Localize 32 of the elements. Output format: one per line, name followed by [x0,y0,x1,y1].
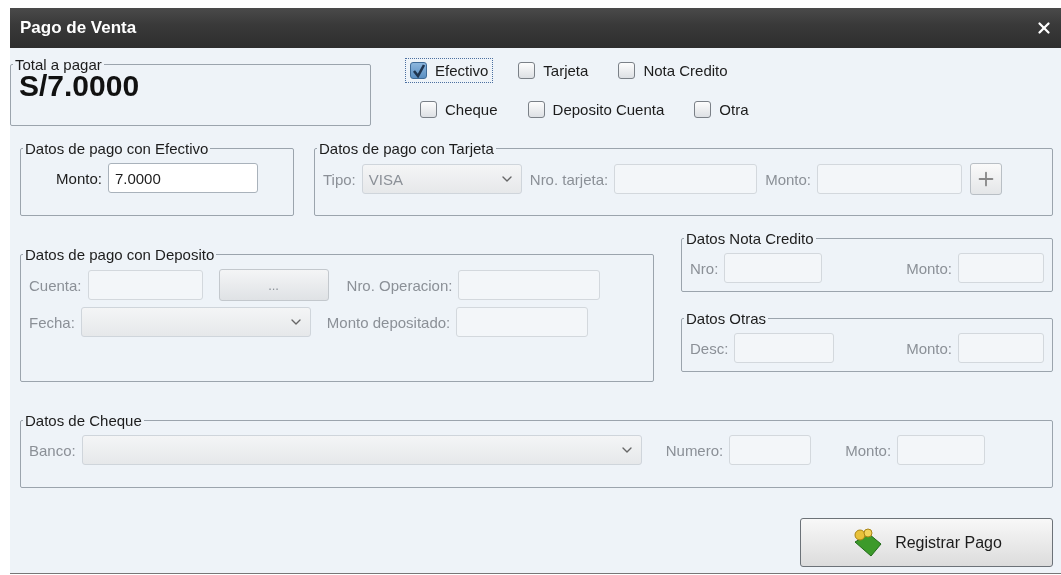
field-label: Monto: [906,339,952,357]
field-label: Banco: [29,441,76,459]
checkbox[interactable]: Otra [689,97,754,122]
field-label: Monto: [56,169,102,187]
field-label: Numero: [665,441,724,459]
field-label: Monto depositado: [326,313,451,331]
checkbox[interactable]: Nota Credito [613,58,733,83]
checkbox[interactable]: Tarjeta [513,58,594,83]
group-title: Datos de Cheque [24,412,143,429]
field-label: Cuenta: [29,276,82,294]
field-label: Nro. Operacion: [346,276,453,294]
input-field[interactable]: 7.0000 [107,163,258,193]
checkbox[interactable]: Deposito Cuenta [522,97,670,122]
checkmark-icon [411,63,426,78]
field-label: Desc: [690,339,729,357]
group-title: Datos de pago con Efectivo [24,140,210,157]
field-label: Nro: [690,259,719,277]
group-title: Datos Nota Credito [685,230,815,247]
group-title: Datos Otras [685,310,768,327]
field-label: Monto: [765,170,812,188]
window-title: Pago de Venta [20,18,137,38]
field-label: Fecha: [29,313,75,331]
field-label: Monto: [906,259,952,277]
field-label: Monto: [845,441,892,459]
group-title: Datos de pago con Deposito [24,246,216,263]
field-label: Tipo: [323,170,356,188]
close-icon[interactable] [1035,19,1053,37]
checkbox[interactable]: Cheque [415,97,503,122]
register-payment-button[interactable]: Registrar Pago [800,518,1053,567]
group-title: Datos de pago con Tarjeta [318,140,495,157]
checkbox[interactable]: Efectivo [405,58,494,83]
field-label: Nro. tarjeta: [529,170,609,188]
